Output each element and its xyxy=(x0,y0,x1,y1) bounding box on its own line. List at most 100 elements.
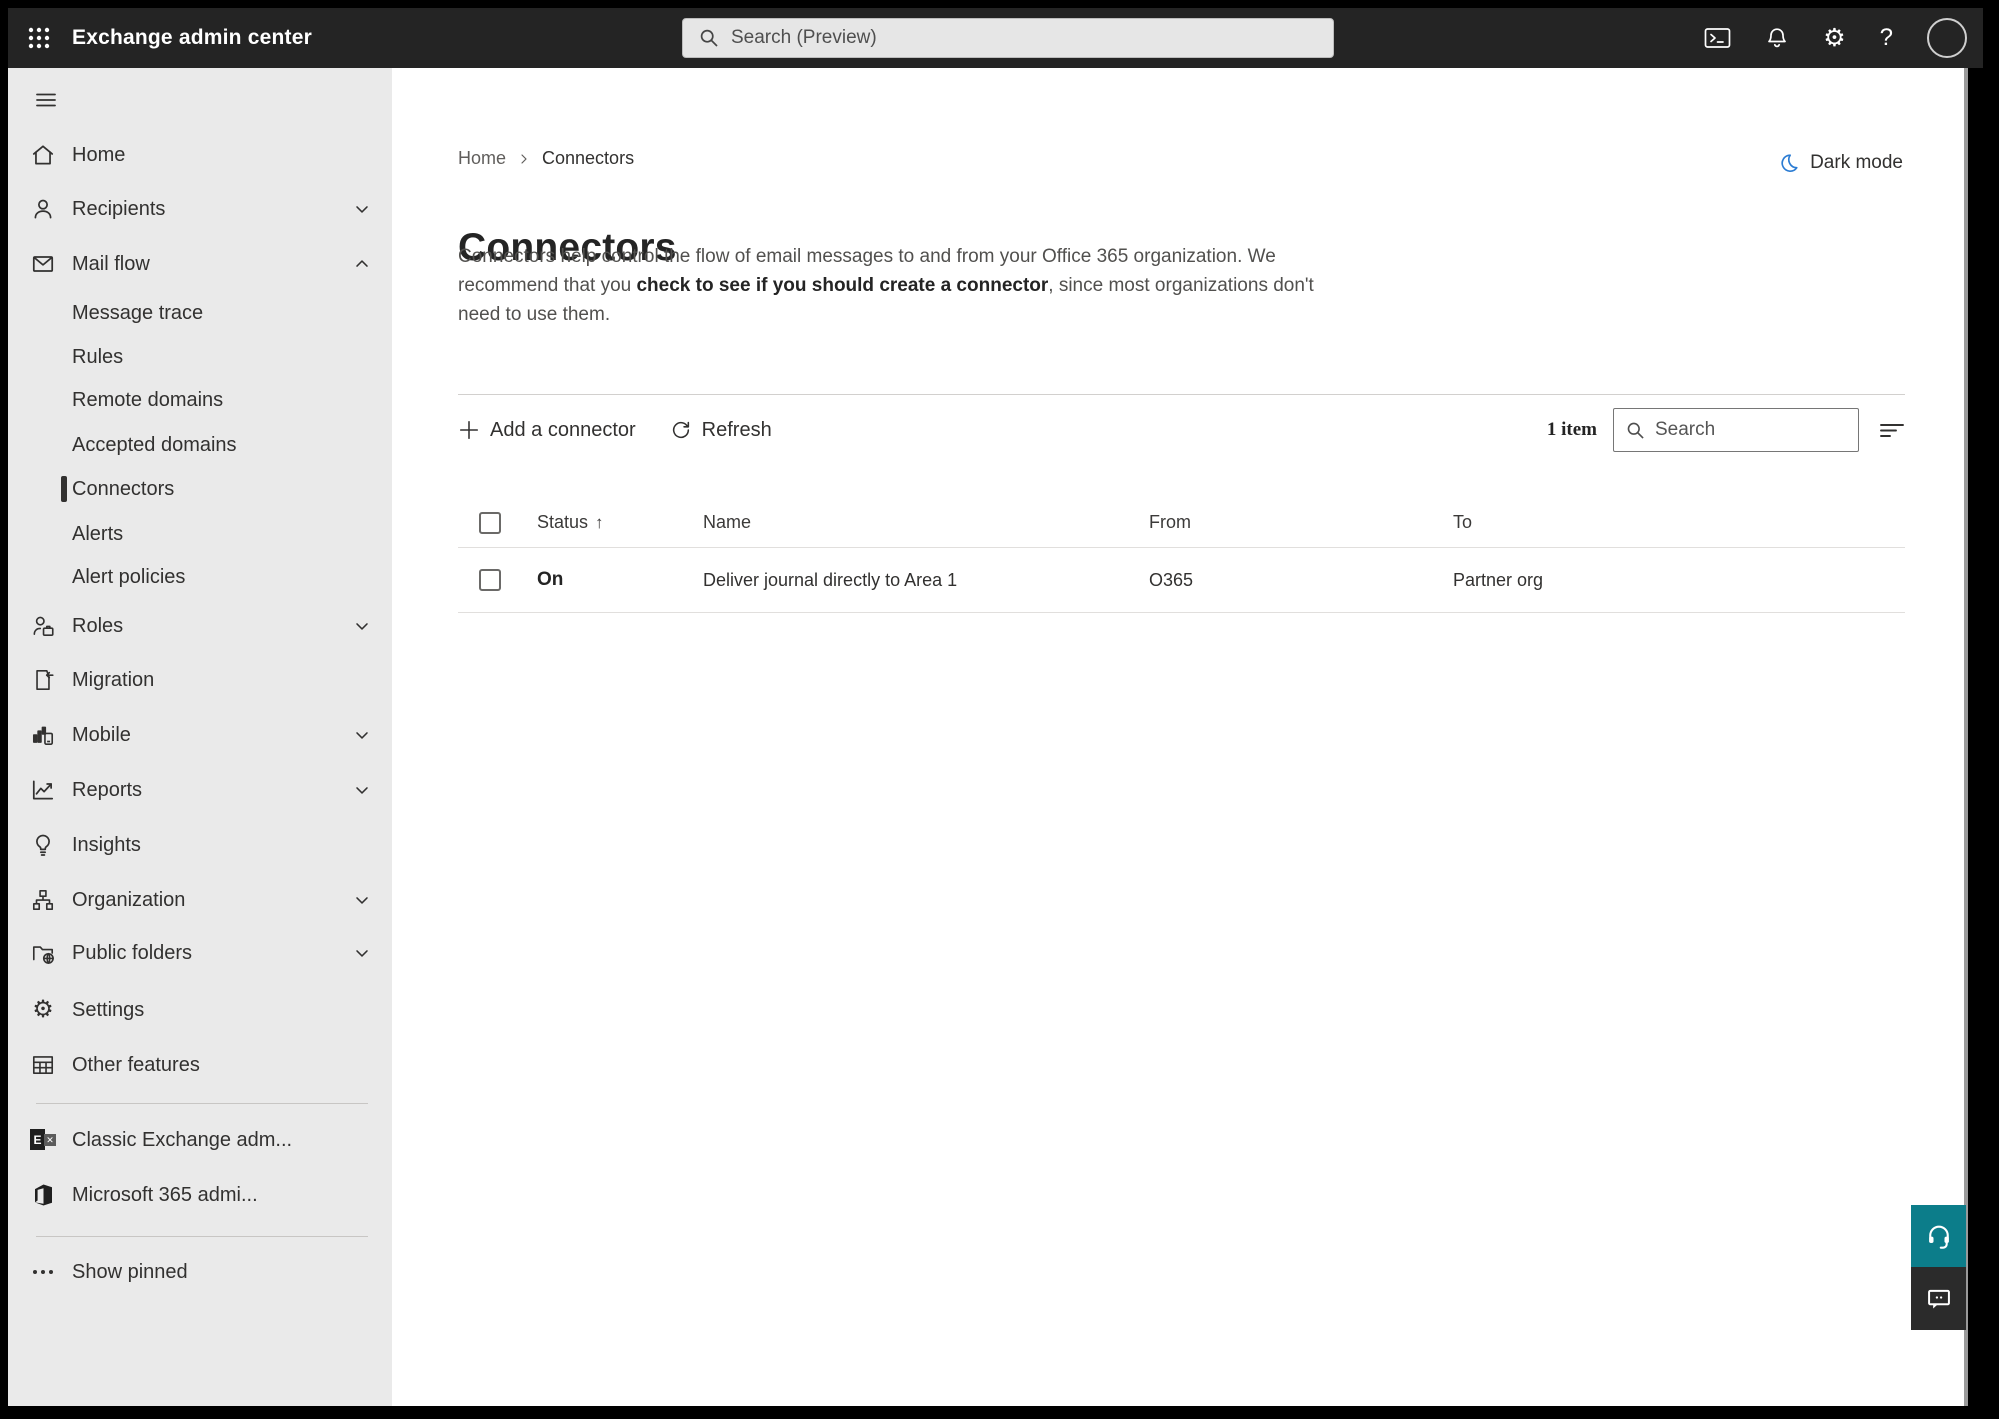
mobile-devices-icon xyxy=(30,722,56,748)
global-search-box[interactable] xyxy=(682,18,1334,58)
topbar-actions: ⚙ ? xyxy=(1704,8,1967,68)
page-description: Connectors help control the flow of emai… xyxy=(458,242,1324,329)
sidebar-item-other-features[interactable]: Other features xyxy=(8,1043,392,1087)
sidebar-item-settings[interactable]: ⚙ Settings xyxy=(8,988,392,1032)
plus-icon xyxy=(459,420,479,440)
sidebar-item-recipients[interactable]: Recipients xyxy=(8,187,392,231)
top-app-bar: Exchange admin center ⚙ ? xyxy=(8,8,1983,68)
item-count: 1 item xyxy=(1546,419,1597,440)
more-ellipsis-icon xyxy=(30,1259,56,1285)
filter-icon[interactable] xyxy=(1879,419,1905,441)
connectors-table: Status ↑ Name From To On Deliver journal… xyxy=(458,498,1905,613)
waffle-icon xyxy=(28,27,50,49)
breadcrumb: Home Connectors xyxy=(458,148,634,169)
sidebar-item-classic-exchange-admin[interactable]: E ✕ Classic Exchange adm... xyxy=(8,1118,392,1162)
chevron-down-icon xyxy=(352,616,372,636)
chevron-right-icon xyxy=(518,153,530,165)
list-search-input[interactable] xyxy=(1655,419,1858,441)
select-all-checkbox[interactable] xyxy=(479,511,501,534)
search-icon xyxy=(1627,422,1644,439)
chevron-down-icon xyxy=(352,199,372,219)
refresh-icon xyxy=(672,421,689,439)
lightbulb-icon xyxy=(30,832,56,858)
list-search-box[interactable] xyxy=(1613,408,1859,452)
sidebar-item-mobile[interactable]: Mobile xyxy=(8,713,392,757)
sidebar-divider xyxy=(36,1236,368,1237)
notifications-bell-icon[interactable] xyxy=(1765,26,1789,51)
dark-mode-label: Dark mode xyxy=(1810,152,1903,173)
sidebar-divider xyxy=(36,1103,368,1104)
row-checkbox[interactable] xyxy=(479,569,501,591)
headset-icon xyxy=(1928,1225,1949,1249)
header-checkbox-cell xyxy=(458,511,537,534)
classic-exchange-logo-icon: E ✕ xyxy=(30,1127,56,1153)
feedback-button[interactable] xyxy=(1911,1267,1966,1330)
search-icon xyxy=(700,29,718,47)
settings-gear-icon[interactable]: ⚙ xyxy=(1823,25,1845,51)
add-connector-button[interactable]: Add a connector xyxy=(458,419,636,442)
chevron-up-icon xyxy=(352,254,372,274)
sort-ascending-icon: ↑ xyxy=(595,512,604,532)
sidebar-item-public-folders[interactable]: Public folders xyxy=(8,931,392,975)
sidebar-item-roles[interactable]: Roles xyxy=(8,604,392,648)
app-launcher-waffle-icon[interactable] xyxy=(16,15,62,61)
sidebar-item-reports[interactable]: Reports xyxy=(8,768,392,812)
support-button[interactable] xyxy=(1911,1205,1966,1267)
list-toolbar: Add a connector Refresh 1 item xyxy=(458,404,1905,456)
sidebar-item-mail-flow[interactable]: Mail flow xyxy=(8,242,392,286)
breadcrumb-current: Connectors xyxy=(542,148,635,168)
main-content: Home Connectors Dark mode Connectors Con… xyxy=(392,68,1967,1406)
left-navigation: Home Recipients Mail flow Message trace … xyxy=(8,68,392,1406)
row-status-cell: On xyxy=(537,569,564,590)
app-title: Exchange admin center xyxy=(72,26,312,49)
row-from-cell: O365 xyxy=(1149,569,1194,590)
sidebar-item-microsoft-365-admin[interactable]: Microsoft 365 admi... xyxy=(8,1173,392,1217)
chevron-down-icon xyxy=(352,890,372,910)
folder-globe-icon xyxy=(30,940,56,966)
collapse-nav-hamburger-icon[interactable] xyxy=(24,78,68,122)
column-header-name[interactable]: Name xyxy=(703,512,1149,533)
sidebar-item-rules[interactable]: Rules xyxy=(8,335,392,379)
envelope-icon xyxy=(30,251,56,277)
powershell-terminal-icon[interactable] xyxy=(1704,26,1731,50)
table-row[interactable]: On Deliver journal directly to Area 1 O3… xyxy=(458,548,1905,613)
create-connector-check-link[interactable]: check to see if you should create a conn… xyxy=(636,275,1048,296)
sidebar-item-migration[interactable]: Migration xyxy=(8,658,392,702)
sidebar-item-alerts[interactable]: Alerts xyxy=(8,512,392,556)
dark-mode-toggle[interactable]: Dark mode xyxy=(1778,152,1903,174)
feedback-speech-bubble-icon xyxy=(1927,1289,1950,1308)
roles-person-briefcase-icon xyxy=(30,613,56,639)
selected-indicator xyxy=(61,476,67,502)
breadcrumb-home-link[interactable]: Home xyxy=(458,148,506,169)
help-icon[interactable]: ? xyxy=(1880,24,1893,52)
sidebar-item-remote-domains[interactable]: Remote domains xyxy=(8,378,392,422)
microsoft-365-logo-icon xyxy=(30,1182,56,1208)
chevron-down-icon xyxy=(352,780,372,800)
sidebar-item-connectors[interactable]: Connectors xyxy=(8,467,392,511)
moon-icon xyxy=(1778,152,1800,174)
sidebar-item-insights[interactable]: Insights xyxy=(8,823,392,867)
column-header-to[interactable]: To xyxy=(1453,512,1905,533)
row-to-cell: Partner org xyxy=(1453,569,1544,590)
reports-chart-icon xyxy=(30,777,56,803)
sidebar-item-accepted-domains[interactable]: Accepted domains xyxy=(8,423,392,467)
person-icon xyxy=(30,196,56,222)
sidebar-item-home[interactable]: Home xyxy=(8,133,392,177)
sidebar-item-alert-policies[interactable]: Alert policies xyxy=(8,555,392,599)
refresh-button[interactable]: Refresh xyxy=(670,419,772,442)
sidebar-item-message-trace[interactable]: Message trace xyxy=(8,291,392,335)
sidebar-item-show-pinned[interactable]: Show pinned xyxy=(8,1250,392,1294)
row-checkbox-cell xyxy=(458,569,537,591)
home-icon xyxy=(30,142,56,168)
global-search-input[interactable] xyxy=(731,27,1333,49)
table-grid-icon xyxy=(30,1052,56,1078)
column-header-status[interactable]: Status ↑ xyxy=(537,512,703,533)
section-divider xyxy=(458,394,1905,395)
chevron-down-icon xyxy=(352,943,372,963)
migration-document-arrow-icon xyxy=(30,667,56,693)
row-name-cell: Deliver journal directly to Area 1 xyxy=(703,569,958,590)
sidebar-item-organization[interactable]: Organization xyxy=(8,878,392,922)
org-chart-icon xyxy=(30,887,56,913)
column-header-from[interactable]: From xyxy=(1149,512,1453,533)
account-avatar[interactable] xyxy=(1927,18,1967,58)
